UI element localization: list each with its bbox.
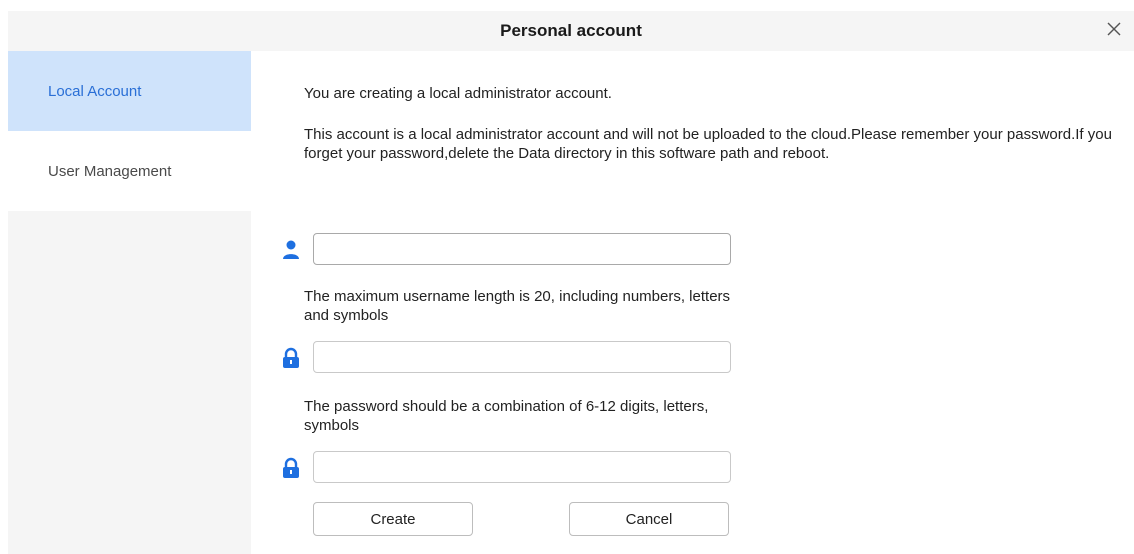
confirm-password-input[interactable] <box>313 451 731 483</box>
main-panel: You are creating a local administrator a… <box>251 51 1134 554</box>
username-input[interactable] <box>313 233 731 265</box>
title-bar: Personal account <box>8 11 1134 51</box>
close-icon[interactable] <box>1106 21 1122 42</box>
sidebar-item-local-account[interactable]: Local Account <box>8 51 251 131</box>
user-icon <box>281 239 301 261</box>
close-button[interactable] <box>1096 11 1132 51</box>
username-row <box>281 233 741 267</box>
personal-account-dialog: Personal account Local Account User Mana… <box>0 0 1134 554</box>
username-hint: The maximum username length is 20, inclu… <box>304 288 731 324</box>
cancel-button[interactable]: Cancel <box>569 502 729 536</box>
sidebar-item-label: Local Account <box>48 82 142 100</box>
sidebar: Local Account User Management <box>8 51 251 554</box>
sidebar-item-label: User Management <box>48 162 172 180</box>
lock-icon <box>281 457 301 479</box>
lock-icon <box>281 347 301 369</box>
password-row <box>281 341 741 375</box>
intro-text: You are creating a local administrator a… <box>304 85 612 102</box>
create-button[interactable]: Create <box>313 502 473 536</box>
dialog-title: Personal account <box>500 21 642 40</box>
password-hint: The password should be a combination of … <box>304 398 709 434</box>
sidebar-item-user-management[interactable]: User Management <box>8 131 251 211</box>
password-input[interactable] <box>313 341 731 373</box>
confirm-password-row <box>281 451 741 485</box>
account-note: This account is a local administrator ac… <box>304 126 1112 162</box>
